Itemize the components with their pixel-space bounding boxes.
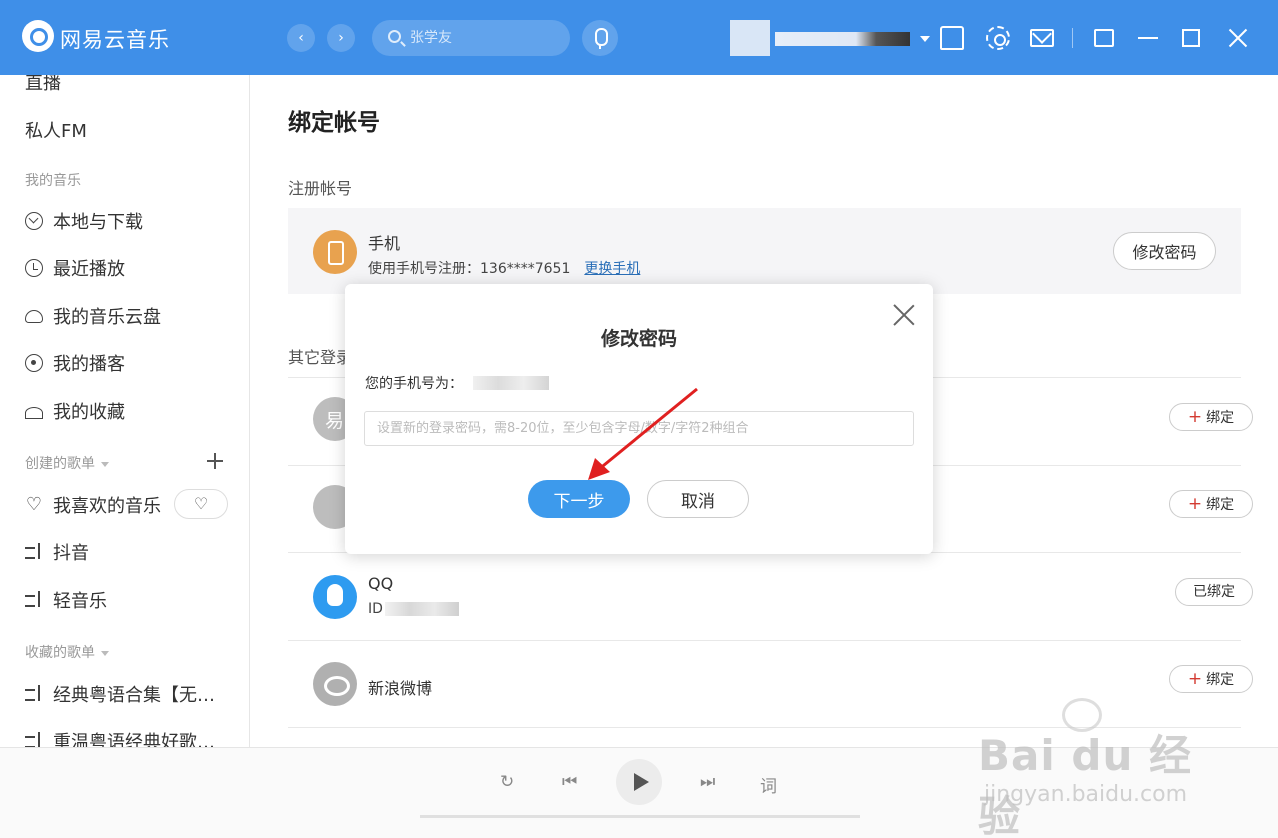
netease-logo-icon <box>22 20 54 52</box>
qq-account-id: ID <box>368 601 383 617</box>
add-playlist-icon[interactable] <box>207 453 223 469</box>
phone-account-name: 手机 <box>368 234 401 253</box>
previous-icon[interactable]: ⏮ <box>562 772 577 792</box>
playlist-icon <box>25 685 43 703</box>
mini-mode-icon[interactable] <box>1094 29 1114 47</box>
section-created-playlists[interactable]: 创建的歌单 <box>25 453 109 473</box>
sidebar-item-podcast[interactable]: 我的播客 <box>25 350 125 376</box>
phone-number-blurred <box>473 376 549 390</box>
loop-icon[interactable]: ↻ <box>500 772 514 792</box>
phone-account-row: 手机 使用手机号注册：136****7651 更换手机 修改密码 <box>288 208 1241 294</box>
app-title: 网易云音乐 <box>60 28 170 52</box>
voice-search-button[interactable] <box>582 20 618 56</box>
maximize-icon[interactable] <box>1182 29 1200 47</box>
modify-password-button[interactable]: 修改密码 <box>1113 232 1216 270</box>
phone-icon <box>313 230 357 274</box>
weibo-icon <box>313 662 357 706</box>
weibo-account-name: 新浪微博 <box>368 679 433 698</box>
bind-button[interactable]: + 绑定 <box>1169 665 1253 693</box>
close-icon[interactable] <box>893 304 915 326</box>
qq-icon <box>313 575 357 619</box>
sidebar-item-recent[interactable]: 最近播放 <box>25 255 125 281</box>
sidebar-item-local-download[interactable]: 本地与下载 <box>25 208 143 234</box>
sidebar-item-playlist[interactable]: 轻音乐 <box>25 587 107 613</box>
playlist-icon <box>25 591 43 609</box>
section-my-music: 我的音乐 <box>25 173 81 189</box>
qq-account-name: QQ <box>368 574 394 593</box>
new-password-input[interactable] <box>364 411 914 446</box>
bound-button[interactable]: 已绑定 <box>1175 578 1253 606</box>
cancel-button[interactable]: 取消 <box>647 480 749 518</box>
bind-button[interactable]: + 绑定 <box>1169 403 1253 431</box>
watermark-sub: jingyan.baidu.com <box>984 782 1188 807</box>
dialog-title: 修改密码 <box>600 328 677 350</box>
sidebar-item-playlist[interactable]: 重温粤语经典好歌50首 <box>25 728 218 747</box>
heart-mode-icon: ♡ <box>193 494 209 513</box>
heart-mode-button[interactable]: ♡ <box>174 489 228 519</box>
download-icon <box>25 212 43 230</box>
lyrics-button[interactable]: 词 <box>760 772 777 797</box>
watermark-main: Bai du 经验 <box>978 731 1192 838</box>
change-password-dialog: 修改密码 您的手机号为： 下一步 取消 <box>345 284 933 554</box>
cloud-icon <box>25 309 43 323</box>
progress-bar[interactable] <box>420 815 860 818</box>
titlebar-divider <box>1072 28 1073 48</box>
sidebar-item-playlist[interactable]: 抖音 <box>25 539 89 565</box>
sidebar-item-fm[interactable]: 私人FM <box>25 117 87 143</box>
sidebar-item-playlist[interactable]: 经典粤语合集【无损音质】 <box>25 681 218 707</box>
play-button[interactable] <box>616 759 662 805</box>
close-icon[interactable] <box>1228 28 1248 48</box>
forward-icon: › <box>338 30 344 46</box>
registered-account-label: 注册帐号 <box>288 179 353 198</box>
title-bar: 网易云音乐 ‹ › <box>0 0 1278 75</box>
sidebar: 直播 私人FM 我的音乐 本地与下载 最近播放 我的音乐云盘 我的播客 我的收藏… <box>0 75 250 747</box>
baidu-watermark: Bai du 经验 jingyan.baidu.com <box>978 694 1218 838</box>
podcast-icon <box>25 354 43 372</box>
section-collected-playlists[interactable]: 收藏的歌单 <box>25 642 109 662</box>
qq-id-blurred <box>385 602 459 616</box>
skin-icon[interactable] <box>940 26 964 50</box>
bind-button[interactable]: + 绑定 <box>1169 490 1253 518</box>
sidebar-item-cloud[interactable]: 我的音乐云盘 <box>25 303 161 329</box>
search-input[interactable] <box>410 27 560 49</box>
phone-number-label: 您的手机号为： <box>365 376 463 392</box>
next-step-button[interactable]: 下一步 <box>528 480 630 518</box>
back-button[interactable]: ‹ <box>287 24 315 52</box>
minimize-icon[interactable] <box>1138 37 1158 39</box>
divider <box>288 640 1241 641</box>
plus-icon: + <box>1187 494 1203 514</box>
playlist-icon <box>25 543 43 561</box>
caret-down-icon <box>101 461 109 467</box>
page-title: 绑定帐号 <box>288 110 380 136</box>
plus-icon: + <box>1187 407 1203 427</box>
other-login-label: 其它登录 <box>288 348 353 367</box>
mail-icon[interactable] <box>1030 29 1054 47</box>
next-icon[interactable]: ⏭ <box>700 772 715 792</box>
caret-down-icon[interactable] <box>920 36 930 42</box>
search-icon <box>388 30 401 43</box>
heart-icon: ♡ <box>25 494 43 515</box>
forward-button[interactable]: › <box>327 24 355 52</box>
clock-icon <box>25 259 43 277</box>
plus-icon: + <box>1187 669 1203 689</box>
playlist-icon <box>25 732 43 747</box>
change-phone-link[interactable]: 更换手机 <box>584 261 640 277</box>
search-box[interactable] <box>372 20 570 56</box>
collection-icon <box>25 407 43 419</box>
back-icon: ‹ <box>298 30 304 46</box>
sidebar-item-collection[interactable]: 我的收藏 <box>25 398 125 424</box>
sidebar-item-liked[interactable]: ♡ 我喜欢的音乐 <box>25 492 161 518</box>
gear-icon[interactable] <box>986 26 1010 50</box>
avatar[interactable] <box>730 20 770 56</box>
username-blurred[interactable] <box>775 32 910 46</box>
sidebar-item-live[interactable]: 直播 <box>25 75 61 95</box>
caret-down-icon <box>101 650 109 656</box>
phone-account-sub: 使用手机号注册：136****7651 更换手机 <box>368 261 641 277</box>
